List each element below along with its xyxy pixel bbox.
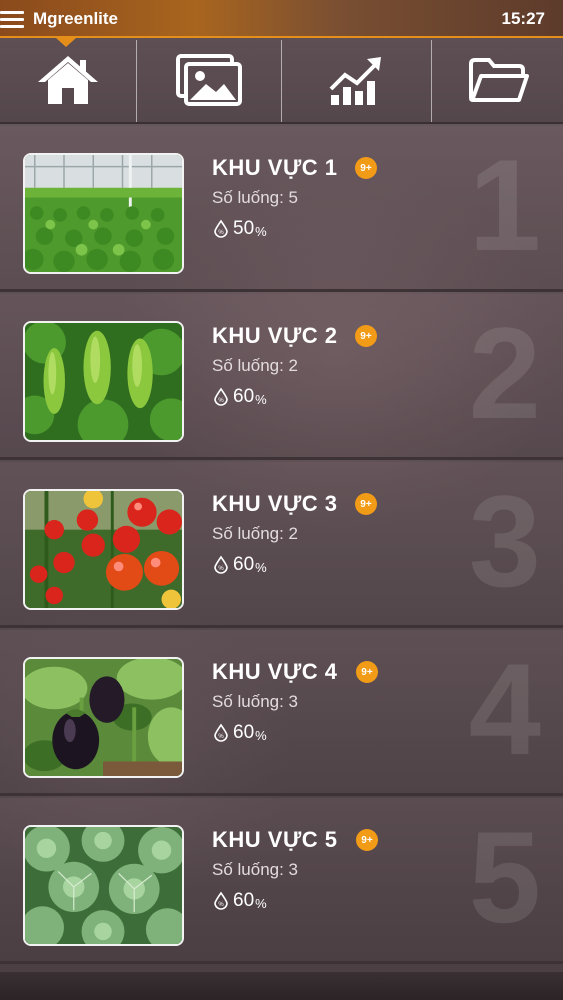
humidity-unit: % — [255, 727, 267, 743]
zone-index-watermark: 2 — [468, 300, 541, 446]
bottom-bar — [0, 972, 563, 1000]
zone-name: KHU VỰC 2 — [212, 323, 338, 348]
app-title: Mgreenlite — [33, 9, 119, 28]
hamburger-menu-icon[interactable] — [0, 9, 26, 29]
notification-badge: 9+ — [355, 493, 377, 515]
zone-name: KHU VỰC 4 — [212, 659, 338, 684]
tomatoes-thumbnail — [23, 489, 184, 610]
zone-card[interactable]: KHU VỰC 4 9+ Số luống: 3 % 60% 4 — [0, 630, 563, 796]
humidity-drop-icon: % — [214, 387, 228, 406]
humidity-value: 50 — [233, 218, 255, 239]
zone-bed-count: Số luống: 5 — [212, 188, 299, 207]
zone-humidity: % 60% — [212, 386, 267, 408]
humidity-unit: % — [255, 223, 267, 239]
zone-bed-count: Số luống: 3 — [212, 860, 299, 879]
zone-name: KHU VỰC 3 — [212, 491, 338, 516]
lettuce-field-thumbnail — [23, 153, 184, 274]
folder-icon — [468, 58, 529, 102]
tab-home[interactable] — [0, 38, 136, 122]
humidity-value: 60 — [233, 386, 255, 407]
humidity-unit: % — [255, 559, 267, 575]
zone-humidity: % 60% — [212, 890, 267, 912]
cabbage-thumbnail — [23, 825, 184, 946]
home-icon — [38, 56, 98, 104]
humidity-value: 60 — [233, 890, 255, 911]
zone-card[interactable]: KHU VỰC 2 9+ Số luống: 2 % 60% 2 — [0, 294, 563, 460]
bitter-melon-thumbnail — [23, 321, 184, 442]
svg-text:%: % — [218, 902, 224, 908]
zone-index-watermark: 1 — [468, 132, 541, 278]
zone-index-watermark: 4 — [468, 636, 541, 782]
zone-humidity: % 60% — [212, 722, 267, 744]
zone-card[interactable]: KHU VỰC 1 9+ Số luống: 5 % 50% 1 — [0, 126, 563, 292]
svg-text:%: % — [218, 566, 224, 572]
humidity-drop-icon: % — [214, 219, 228, 238]
notification-badge: 9+ — [355, 157, 377, 179]
zone-index-watermark: 5 — [468, 804, 541, 950]
zone-name: KHU VỰC 1 — [212, 155, 338, 180]
chart-growth-icon — [329, 57, 381, 105]
eggplant-thumbnail — [23, 657, 184, 778]
zone-bed-count: Số luống: 2 — [212, 524, 299, 543]
clock: 15:27 — [501, 9, 545, 28]
zone-index-watermark: 3 — [468, 468, 541, 614]
humidity-drop-icon: % — [214, 723, 228, 742]
notification-badge: 9+ — [355, 325, 377, 347]
zone-name: KHU VỰC 5 — [212, 827, 338, 852]
zone-humidity: % 60% — [212, 554, 267, 576]
tab-statistics[interactable] — [282, 38, 431, 122]
tab-files[interactable] — [432, 38, 563, 122]
status-bar: Mgreenlite 15:27 — [0, 0, 563, 38]
notification-badge: 9+ — [356, 661, 378, 683]
gallery-icon — [176, 54, 242, 106]
humidity-unit: % — [255, 391, 267, 407]
zone-card[interactable]: KHU VỰC 5 9+ Số luống: 3 % 60% 5 — [0, 798, 563, 964]
svg-text:%: % — [218, 734, 224, 740]
svg-text:%: % — [218, 230, 224, 236]
zone-bed-count: Số luống: 3 — [212, 692, 299, 711]
notification-badge: 9+ — [356, 829, 378, 851]
zone-humidity: % 50% — [212, 218, 267, 240]
humidity-drop-icon: % — [214, 891, 228, 910]
zone-card[interactable]: KHU VỰC 3 9+ Số luống: 2 % 60% 3 — [0, 462, 563, 628]
main-toolbar — [0, 38, 563, 124]
zone-bed-count: Số luống: 2 — [212, 356, 299, 375]
svg-text:%: % — [218, 398, 224, 404]
humidity-value: 60 — [233, 722, 255, 743]
tab-gallery[interactable] — [137, 38, 281, 122]
humidity-unit: % — [255, 895, 267, 911]
humidity-value: 60 — [233, 554, 255, 575]
humidity-drop-icon: % — [214, 555, 228, 574]
